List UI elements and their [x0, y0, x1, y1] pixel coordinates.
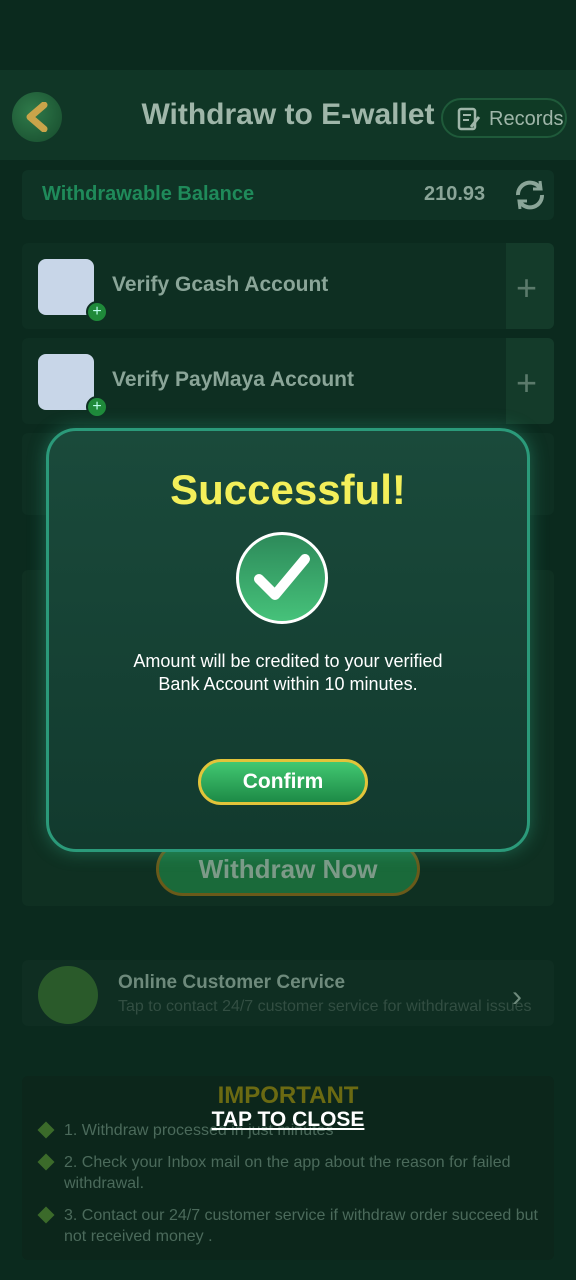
records-label: Records — [489, 108, 564, 130]
balance-label: Withdrawable Balance — [42, 183, 255, 205]
balance-value: 210.93 — [424, 183, 486, 205]
checkmark-icon — [236, 532, 328, 624]
verify-gcash-row[interactable]: + Verify Gcash Account + — [22, 243, 554, 329]
chevron-right-icon: › — [512, 980, 522, 1013]
verify-gcash-label: Verify Gcash Account — [112, 273, 329, 296]
service-subtitle: Tap to contact 24/7 customer service for… — [118, 998, 532, 1015]
service-title: Online Customer Cervice — [118, 972, 346, 993]
add-paymaya-button[interactable]: + — [506, 338, 554, 424]
dialog-message-line2: Bank Account within 10 minutes. — [158, 674, 418, 694]
add-badge-icon: + — [86, 301, 108, 323]
dialog-message: Amount will be credited to your verified… — [46, 650, 530, 696]
important-note: 3. Contact our 24/7 customer service if … — [64, 1207, 538, 1245]
records-icon — [457, 107, 481, 131]
add-gcash-button[interactable]: + — [506, 243, 554, 329]
important-note: 2. Check your Inbox mail on the app abou… — [64, 1154, 511, 1192]
paymaya-logo: + — [38, 354, 108, 418]
plus-icon: + — [516, 362, 538, 403]
confirm-button[interactable]: Confirm — [198, 759, 368, 805]
verify-paymaya-row[interactable]: + Verify PayMaya Account + — [22, 338, 554, 424]
records-button[interactable]: Records — [441, 98, 567, 138]
important-title: IMPORTANT — [217, 1082, 359, 1109]
dialog-title: Successful! — [170, 466, 406, 513]
tap-to-close[interactable]: TAP TO CLOSE — [0, 1108, 576, 1132]
headset-icon — [38, 966, 98, 1024]
gcash-logo: + — [38, 259, 108, 323]
plus-icon: + — [516, 267, 538, 308]
dialog-message-line1: Amount will be credited to your verified — [133, 651, 443, 671]
refresh-icon[interactable] — [512, 177, 548, 213]
add-badge-icon: + — [86, 396, 108, 418]
confirm-label: Confirm — [242, 770, 324, 793]
withdraw-now-label: Withdraw Now — [198, 854, 378, 884]
verify-paymaya-label: Verify PayMaya Account — [112, 368, 354, 391]
